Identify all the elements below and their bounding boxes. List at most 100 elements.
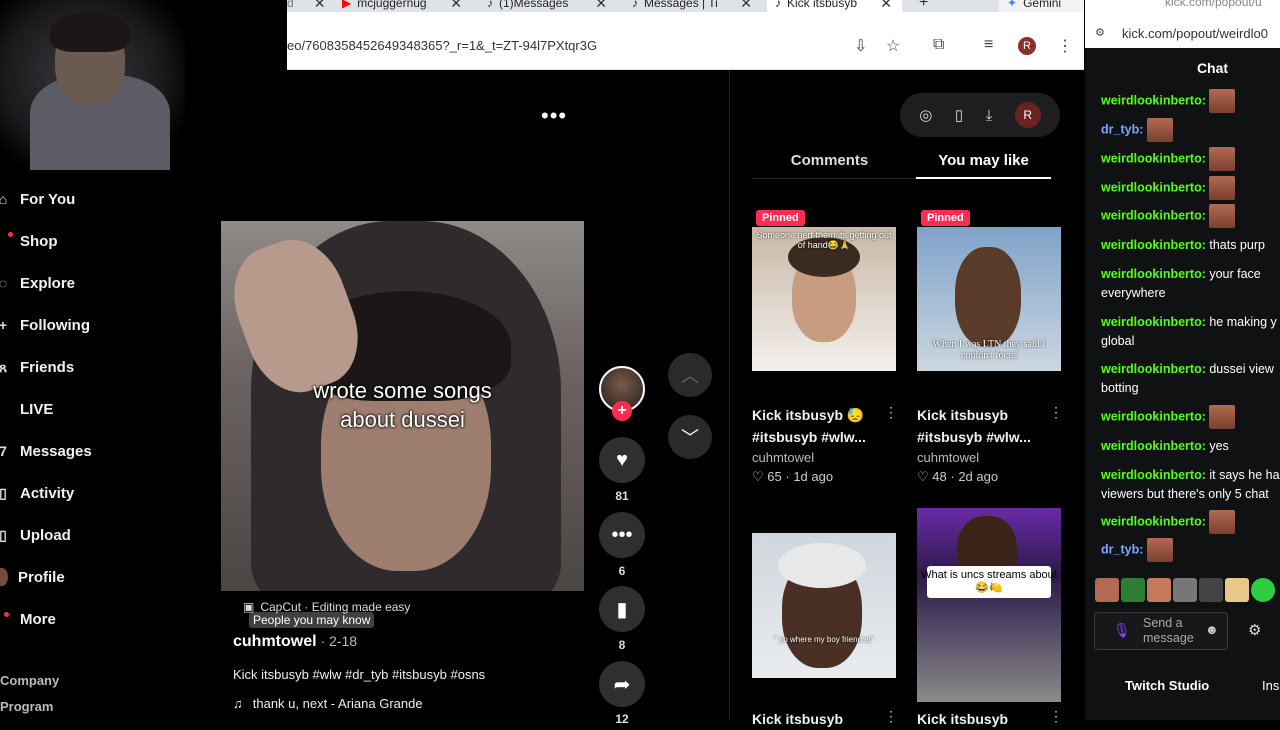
- close-icon[interactable]: ✕: [450, 0, 462, 10]
- video-player[interactable]: wrote some songs about dussei: [221, 221, 584, 591]
- chat-username[interactable]: weirdlookinberto: [1101, 180, 1202, 194]
- tiktok-icon: ♪: [632, 0, 638, 10]
- nav-live[interactable]: LIVE: [0, 394, 180, 424]
- nav-activity[interactable]: ▯ Activity: [0, 478, 180, 508]
- emote[interactable]: [1199, 578, 1223, 602]
- url-field[interactable]: eo/7608358452649348365?_r=1&_t=ZT-94l7PX…: [287, 38, 597, 53]
- emote[interactable]: [1251, 578, 1275, 602]
- footer-program-link[interactable]: Program: [0, 699, 53, 714]
- media-control-icon[interactable]: ≡: [984, 36, 993, 54]
- card-username[interactable]: cuhmtowel: [752, 450, 814, 465]
- emote[interactable]: [1121, 578, 1145, 602]
- card-username[interactable]: cuhmtowel: [917, 450, 979, 465]
- chat-emote: [1146, 118, 1173, 142]
- chat-settings-icon[interactable]: ⚙: [1248, 621, 1261, 639]
- chat-username[interactable]: weirdlookinberto: [1101, 439, 1202, 453]
- footer-company-link[interactable]: Company: [0, 673, 59, 688]
- chat-username[interactable]: weirdlookinberto: [1101, 468, 1202, 482]
- browser-tab-youtube[interactable]: ▶ mcjuggernug ✕: [342, 0, 472, 12]
- card-title[interactable]: Kick itsbusyb #itsbusyb #wlw...: [917, 404, 1052, 448]
- video-author[interactable]: cuhmtowel · 2-18: [233, 633, 357, 651]
- nav-messages[interactable]: 7 Messages: [0, 436, 180, 466]
- bookmark-star-icon[interactable]: ☆: [886, 36, 900, 56]
- chat-username[interactable]: weirdlookinberto: [1101, 93, 1202, 107]
- chat-username[interactable]: weirdlookinberto: [1101, 267, 1202, 281]
- send-message-input[interactable]: 🎙 Send a message ☻: [1094, 612, 1228, 650]
- nav-upload[interactable]: ▯ Upload: [0, 520, 180, 550]
- emote[interactable]: [1095, 578, 1119, 602]
- tab-comments[interactable]: Comments: [752, 152, 907, 169]
- follow-plus-icon[interactable]: +: [612, 401, 632, 421]
- nav-shop[interactable]: Shop: [0, 226, 180, 256]
- kick-url-field[interactable]: kick.com/popout/weirdlo0: [1122, 26, 1268, 41]
- close-icon[interactable]: ✕: [880, 0, 892, 10]
- emote[interactable]: [1173, 578, 1197, 602]
- close-icon[interactable]: ✕: [314, 0, 326, 10]
- save-button[interactable]: ▮: [599, 586, 645, 632]
- card-more-icon[interactable]: ⋮: [1049, 708, 1063, 725]
- chat-username[interactable]: weirdlookinberto: [1101, 514, 1202, 528]
- site-settings-icon[interactable]: ⚙: [1095, 26, 1105, 39]
- emoji-icon[interactable]: ☻: [1205, 622, 1219, 637]
- download-icon[interactable]: ⤓: [986, 107, 993, 124]
- card-title[interactable]: Kick itsbusyb: [752, 708, 887, 730]
- video-thumbnail[interactable]: What is uncs streams about 😂🍋: [917, 508, 1061, 702]
- tiktok-logo-icon[interactable]: ◎: [919, 106, 932, 124]
- chat-username[interactable]: dr_tyb: [1101, 542, 1139, 556]
- chat-username[interactable]: weirdlookinberto: [1101, 362, 1202, 376]
- card-more-icon[interactable]: ⋮: [1049, 404, 1063, 421]
- nav-friends[interactable]: ጸ Friends: [0, 352, 180, 382]
- next-video-button[interactable]: ﹀: [668, 415, 712, 459]
- previous-video-button[interactable]: ︿: [668, 353, 712, 397]
- video-caption: wrote some songs about dussei: [313, 378, 492, 432]
- card-title[interactable]: Kick itsbusyb 😓 #itsbusyb #wlw...: [752, 404, 887, 448]
- close-icon[interactable]: ✕: [595, 0, 607, 10]
- menu-kebab-icon[interactable]: ⋮: [1057, 36, 1073, 56]
- new-tab-button[interactable]: +: [919, 0, 928, 12]
- browser-tab-messages-2[interactable]: ♪ Messages | Ti ✕: [632, 0, 762, 12]
- activity-icon: ▯: [0, 484, 7, 501]
- chat-emote: [1209, 89, 1236, 113]
- user-avatar[interactable]: R: [1014, 102, 1041, 128]
- chat-username[interactable]: weirdlookinberto: [1101, 315, 1202, 329]
- nav-explore[interactable]: ◌ Explore: [0, 268, 180, 298]
- share-count: 12: [615, 712, 629, 726]
- chat-message: weirdlookinberto:: [1101, 89, 1280, 113]
- browser-tab-messages-1[interactable]: ♪ (1)Messages ✕: [487, 0, 617, 12]
- install-app-icon[interactable]: ⇩: [854, 36, 867, 56]
- card-more-icon[interactable]: ⋮: [884, 708, 898, 725]
- emote[interactable]: [1225, 578, 1249, 602]
- pinned-badge: Pinned: [921, 210, 970, 226]
- microphone-icon[interactable]: 🎙: [1113, 622, 1131, 639]
- nav-more[interactable]: More: [0, 604, 180, 634]
- compass-icon: ◌: [0, 275, 8, 291]
- music-link[interactable]: ♫ thank u, next - Ariana Grande: [233, 696, 423, 711]
- nav-following[interactable]: + Following: [0, 310, 180, 340]
- video-thumbnail[interactable]: When I was LTN they said I couldn't focu…: [917, 227, 1061, 371]
- chat-username[interactable]: weirdlookinberto: [1101, 238, 1202, 252]
- chat-username[interactable]: weirdlookinberto: [1101, 208, 1202, 222]
- more-options-icon[interactable]: •••: [541, 103, 567, 129]
- profile-avatar[interactable]: R: [1018, 37, 1036, 55]
- emote[interactable]: [1147, 578, 1171, 602]
- share-button[interactable]: ➦: [599, 661, 645, 707]
- gemini-button[interactable]: ✦ Gemini: [999, 0, 1084, 12]
- device-icon[interactable]: ▯: [955, 106, 963, 124]
- nav-profile[interactable]: Profile: [0, 562, 180, 592]
- card-more-icon[interactable]: ⋮: [884, 404, 898, 421]
- like-button[interactable]: ♥: [599, 437, 645, 483]
- video-thumbnail[interactable]: " yo where my boy friend at": [752, 533, 896, 678]
- nav-for-you[interactable]: ⌂ For You: [0, 184, 180, 214]
- chat-username[interactable]: weirdlookinberto: [1101, 409, 1202, 423]
- card-title[interactable]: Kick itsbusyb: [917, 708, 1052, 730]
- browser-tab-partial[interactable]: d ✕: [287, 0, 325, 12]
- video-thumbnail[interactable]: Someone nerf them its getting out of han…: [752, 227, 896, 371]
- chat-username[interactable]: dr_tyb: [1101, 122, 1139, 136]
- tab-you-may-like[interactable]: You may like: [916, 152, 1051, 169]
- tab-search-icon[interactable]: ⧉: [933, 36, 944, 54]
- chat-username[interactable]: weirdlookinberto: [1101, 151, 1202, 165]
- tiktok-icon: ♪: [487, 0, 493, 10]
- browser-tab-active[interactable]: ♪ Kick itsbusyb ✕: [767, 0, 902, 12]
- comment-button[interactable]: •••: [599, 512, 645, 558]
- close-icon[interactable]: ✕: [740, 0, 752, 10]
